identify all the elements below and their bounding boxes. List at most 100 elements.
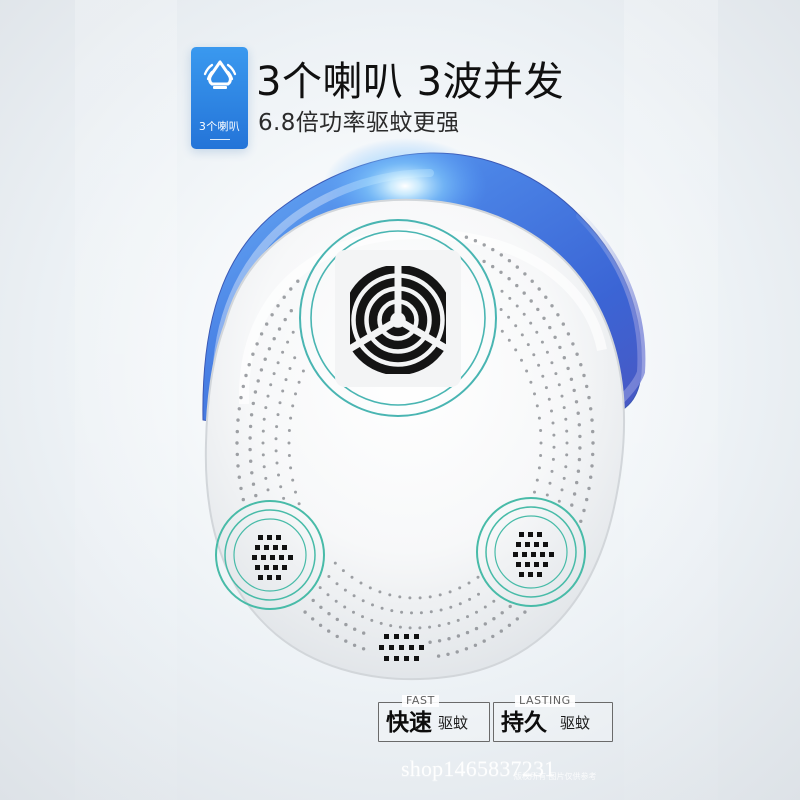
perforation-dot <box>558 345 562 350</box>
perforation-dot <box>284 378 288 382</box>
perforation-dot <box>256 379 260 383</box>
perforation-dot <box>379 621 383 625</box>
perforation-dot <box>515 283 519 288</box>
perforation-dot <box>344 639 348 643</box>
perforation-dot <box>550 361 554 365</box>
perforation-dot <box>289 466 293 470</box>
perforation-dot <box>266 394 270 398</box>
perforation-dot <box>539 454 543 457</box>
perforation-dot <box>301 369 305 373</box>
perforation-dot <box>398 625 402 629</box>
perforation-dot <box>276 361 280 365</box>
perforation-dot <box>289 287 293 291</box>
perforation-dot <box>571 342 575 346</box>
perforation-dot <box>477 592 480 596</box>
perforation-dot <box>532 353 536 357</box>
perforation-dot <box>482 259 486 264</box>
perforation-dot <box>281 389 285 393</box>
perforation-dot <box>274 437 278 441</box>
perforation-dot <box>327 575 331 578</box>
perforation-dot <box>275 425 279 429</box>
perforation-dot <box>491 247 495 252</box>
perforation-dot <box>410 611 413 615</box>
perforation-dot <box>500 289 504 293</box>
perforation-dot <box>264 476 268 480</box>
perforation-dot <box>447 637 451 641</box>
perforation-dot <box>287 429 291 432</box>
perforation-dot <box>437 624 441 628</box>
perforation-dot <box>537 466 541 470</box>
perforation-dot <box>288 367 292 370</box>
perforation-dot <box>556 313 560 317</box>
perforation-dot <box>591 441 595 445</box>
perforation-dot <box>281 350 285 354</box>
perforation-dot <box>456 634 461 638</box>
perforation-dot <box>537 363 541 367</box>
perforation-dot <box>254 493 258 498</box>
perforation-dot <box>564 417 568 421</box>
perforation-dot <box>523 272 527 276</box>
perforation-dot <box>499 253 503 257</box>
perforation-dot <box>335 582 339 586</box>
perforation-dot <box>341 569 345 573</box>
perforation-dot <box>408 626 412 630</box>
perforation-dot <box>572 492 577 496</box>
perforation-dot <box>566 366 570 371</box>
perforation-dot <box>557 499 561 503</box>
perforation-dot <box>514 324 518 328</box>
perforation-dot <box>446 652 450 656</box>
perforation-dot <box>294 490 297 494</box>
perforation-dot <box>589 475 593 479</box>
perforation-dot <box>282 496 286 500</box>
perforation-dot <box>499 308 503 311</box>
perforation-dot <box>251 401 255 406</box>
perforation-dot <box>551 457 555 461</box>
perforation-dot <box>565 453 569 457</box>
perforation-dot <box>587 486 591 491</box>
perforation-dot <box>482 243 486 247</box>
perforation-dot <box>491 634 495 639</box>
perforation-dot <box>261 441 265 445</box>
perforation-dot <box>236 464 240 468</box>
perforation-dot <box>589 407 593 411</box>
perforation-dot <box>352 610 355 614</box>
feature-fast-english: FAST <box>402 695 439 707</box>
perforation-dot <box>536 307 540 312</box>
perforation-dot <box>235 441 239 445</box>
perforation-dot <box>291 404 295 408</box>
perforation-dot <box>287 454 291 457</box>
perforation-dot <box>578 446 582 450</box>
perforation-dot <box>529 380 533 384</box>
perforation-dot <box>277 473 280 477</box>
perforation-dot <box>508 604 512 609</box>
perforation-dot <box>529 321 533 325</box>
perforation-dot <box>261 429 265 433</box>
perforation-dot <box>449 605 453 609</box>
perforation-dot <box>522 312 526 316</box>
perforation-dot <box>408 596 412 600</box>
perforation-dot <box>566 332 571 336</box>
perforation-dot <box>359 581 363 585</box>
perforation-dot <box>570 503 574 507</box>
perforation-dot <box>529 299 533 303</box>
perforation-dot <box>565 441 569 445</box>
perforation-dot <box>251 352 255 356</box>
perforation-dot <box>429 610 433 614</box>
perforation-dot <box>474 626 479 631</box>
perforation-dot <box>303 610 307 614</box>
perforation-dot <box>294 392 297 396</box>
perforation-dot <box>278 401 282 405</box>
perforation-dot <box>296 279 300 283</box>
perforation-dot <box>576 469 581 473</box>
perforation-dot <box>515 617 519 621</box>
perforation-dot <box>533 392 536 396</box>
perforation-dot <box>552 445 556 449</box>
perforation-dot <box>541 374 545 378</box>
perforation-dot <box>473 239 478 243</box>
perforation-dot <box>464 647 469 651</box>
perforation-dot <box>250 471 254 475</box>
perforation-dot <box>282 295 286 299</box>
perforation-dot <box>334 599 338 603</box>
perforation-dot <box>448 590 452 594</box>
perforation-dot <box>418 626 422 630</box>
